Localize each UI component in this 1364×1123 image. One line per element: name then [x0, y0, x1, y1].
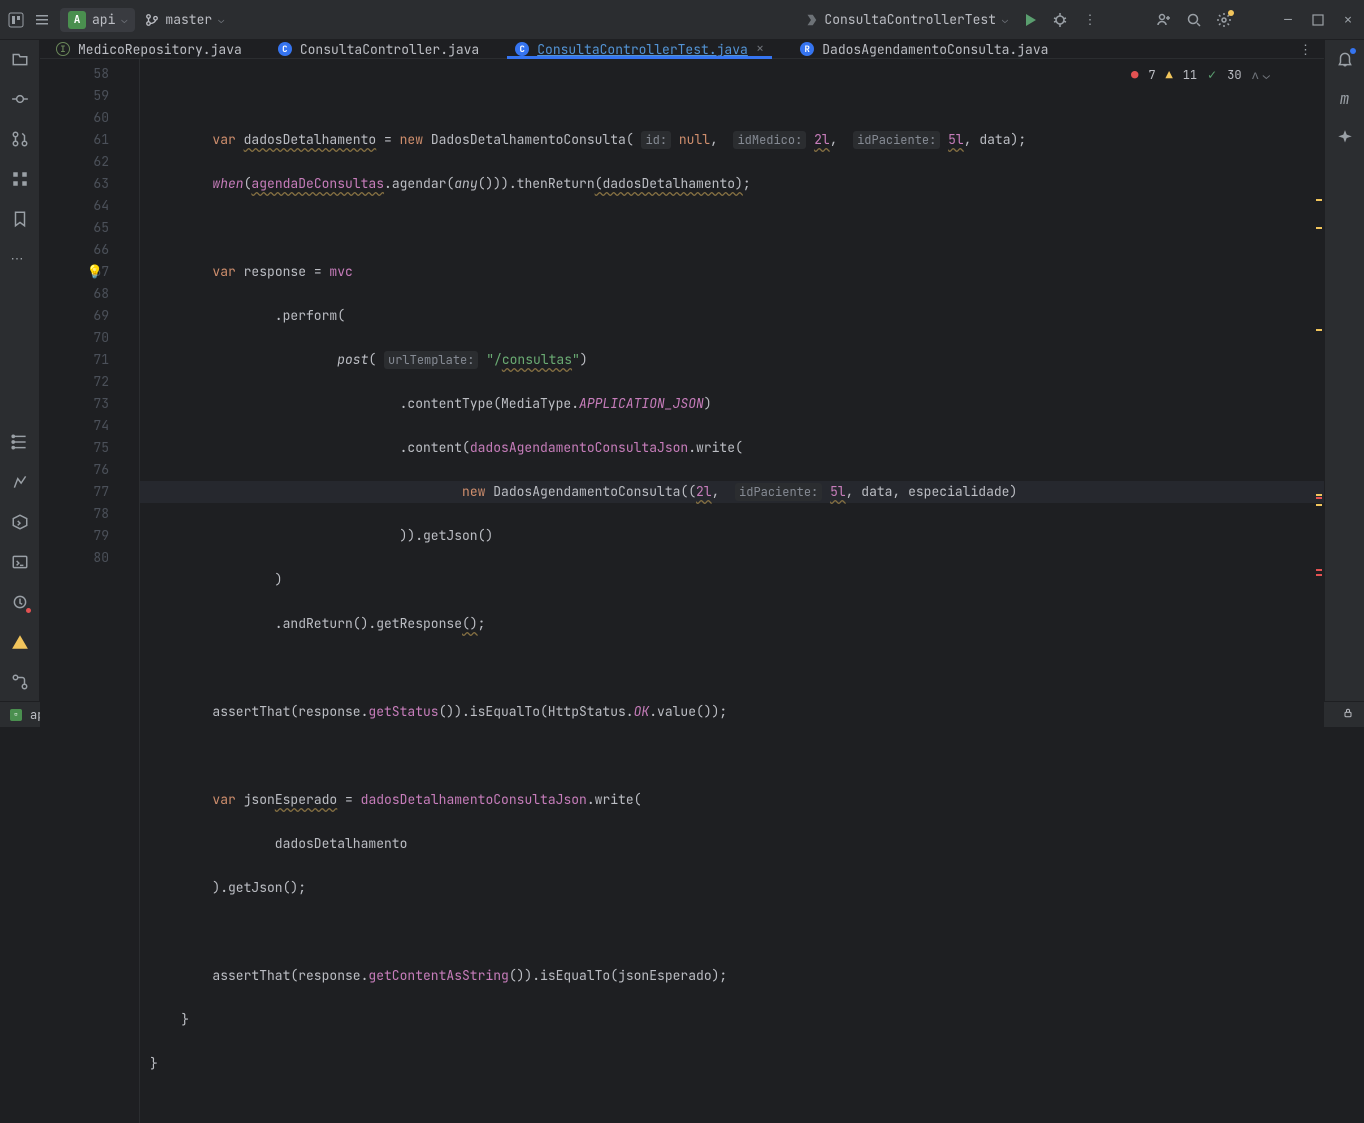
interface-icon: I [56, 42, 70, 56]
hamburger-icon[interactable] [34, 12, 50, 28]
dependencies-tool-icon[interactable] [11, 593, 29, 611]
bookmarks-tool-icon[interactable] [11, 210, 29, 228]
titlebar: A api ⌄ master ⌄ ConsultaControllerTest … [0, 0, 1364, 40]
chevron-down-icon: ⌄ [1002, 13, 1008, 26]
close-tab-icon[interactable]: × [756, 40, 764, 58]
pull-request-icon[interactable] [11, 130, 29, 148]
debug-button[interactable] [1052, 12, 1068, 28]
tab-label: ConsultaController.java [300, 41, 479, 58]
chevron-down-icon: ⌄ [121, 13, 127, 26]
error-count-icon: ● [1131, 67, 1138, 83]
settings-icon[interactable] [1216, 12, 1232, 28]
vcs-branch[interactable]: master ⌄ [145, 11, 224, 28]
terminal-tool-icon[interactable] [11, 553, 29, 571]
structure-icon[interactable] [11, 433, 29, 451]
run-config-name: ConsultaControllerTest [824, 11, 996, 28]
run-button[interactable] [1022, 12, 1038, 28]
notifications-icon[interactable] [1336, 50, 1354, 68]
tab-dados-agendamento[interactable]: R DadosAgendamentoConsulta.java [792, 40, 1056, 58]
project-icon: A [68, 11, 86, 29]
main-area: ⋯ I MedicoRepository.java C ConsultaCont… [0, 40, 1364, 701]
commit-tool-icon[interactable] [11, 90, 29, 108]
minimize-icon[interactable]: — [1280, 12, 1296, 28]
build-tool-icon[interactable] [11, 473, 29, 491]
left-tool-rail: ⋯ [0, 40, 40, 701]
problems-tool-icon[interactable] [11, 633, 29, 651]
module-icon: ▫ [10, 709, 22, 721]
code-content[interactable]: var dadosDetalhamento = new DadosDetalha… [140, 59, 1324, 1123]
class-icon: C [278, 42, 292, 56]
branch-name: master [165, 11, 212, 28]
app-menu-icon[interactable] [8, 12, 24, 28]
error-count: 7 [1148, 67, 1155, 83]
ai-assistant-icon[interactable] [1336, 129, 1354, 147]
maximize-icon[interactable] [1310, 12, 1326, 28]
vcs-tool-icon[interactable] [11, 673, 29, 691]
warning-count-icon: ▲ [1166, 67, 1173, 83]
inspection-nav[interactable]: ʌ⌄ [1252, 67, 1270, 83]
record-icon: R [800, 42, 814, 56]
more-menu-icon[interactable]: ⋮ [1082, 12, 1098, 28]
inspection-summary[interactable]: ● 7 ▲ 11 ✓ 30 ʌ⌄ [1123, 65, 1278, 85]
tab-label: MedicoRepository.java [78, 41, 242, 58]
readonly-lock-icon[interactable] [1342, 707, 1354, 723]
services-tool-icon[interactable] [11, 513, 29, 531]
class-icon: C [515, 42, 529, 56]
editor-area: I MedicoRepository.java C ConsultaContro… [40, 40, 1324, 701]
editor-tabs: I MedicoRepository.java C ConsultaContro… [40, 40, 1324, 59]
more-tools-icon[interactable]: ⋯ [11, 250, 29, 268]
intention-bulb-icon[interactable]: 💡 [87, 261, 103, 283]
right-tool-rail: m [1324, 40, 1364, 701]
chevron-down-icon: ⌄ [218, 13, 224, 26]
structure-tool-icon[interactable] [11, 170, 29, 188]
tabs-more-icon[interactable]: ⋮ [1299, 41, 1312, 58]
error-stripe[interactable] [1314, 59, 1324, 1123]
close-icon[interactable]: ✕ [1340, 12, 1356, 28]
code-with-me-icon[interactable] [1156, 12, 1172, 28]
tab-medico-repository[interactable]: I MedicoRepository.java [48, 40, 250, 58]
project-tool-icon[interactable] [11, 50, 29, 68]
typo-count-icon: ✓ [1207, 67, 1217, 83]
project-selector[interactable]: A api ⌄ [60, 8, 135, 32]
typo-count: 30 [1227, 67, 1241, 83]
gutter[interactable]: 585960616263646566 67💡 68697071727374757… [40, 59, 140, 1123]
code-editor[interactable]: ● 7 ▲ 11 ✓ 30 ʌ⌄ 585960616263646566 67💡 686… [40, 59, 1324, 1123]
tab-label: ConsultaControllerTest.java [537, 41, 748, 58]
tab-consulta-controller-test[interactable]: C ConsultaControllerTest.java × [507, 40, 772, 58]
project-name: api [92, 11, 115, 28]
tab-consulta-controller[interactable]: C ConsultaController.java [270, 40, 487, 58]
warning-count: 11 [1183, 67, 1197, 83]
search-icon[interactable] [1186, 12, 1202, 28]
maven-tool-icon[interactable]: m [1340, 88, 1350, 109]
tab-label: DadosAgendamentoConsulta.java [822, 41, 1048, 58]
run-config-selector[interactable]: ConsultaControllerTest ⌄ [804, 11, 1008, 28]
